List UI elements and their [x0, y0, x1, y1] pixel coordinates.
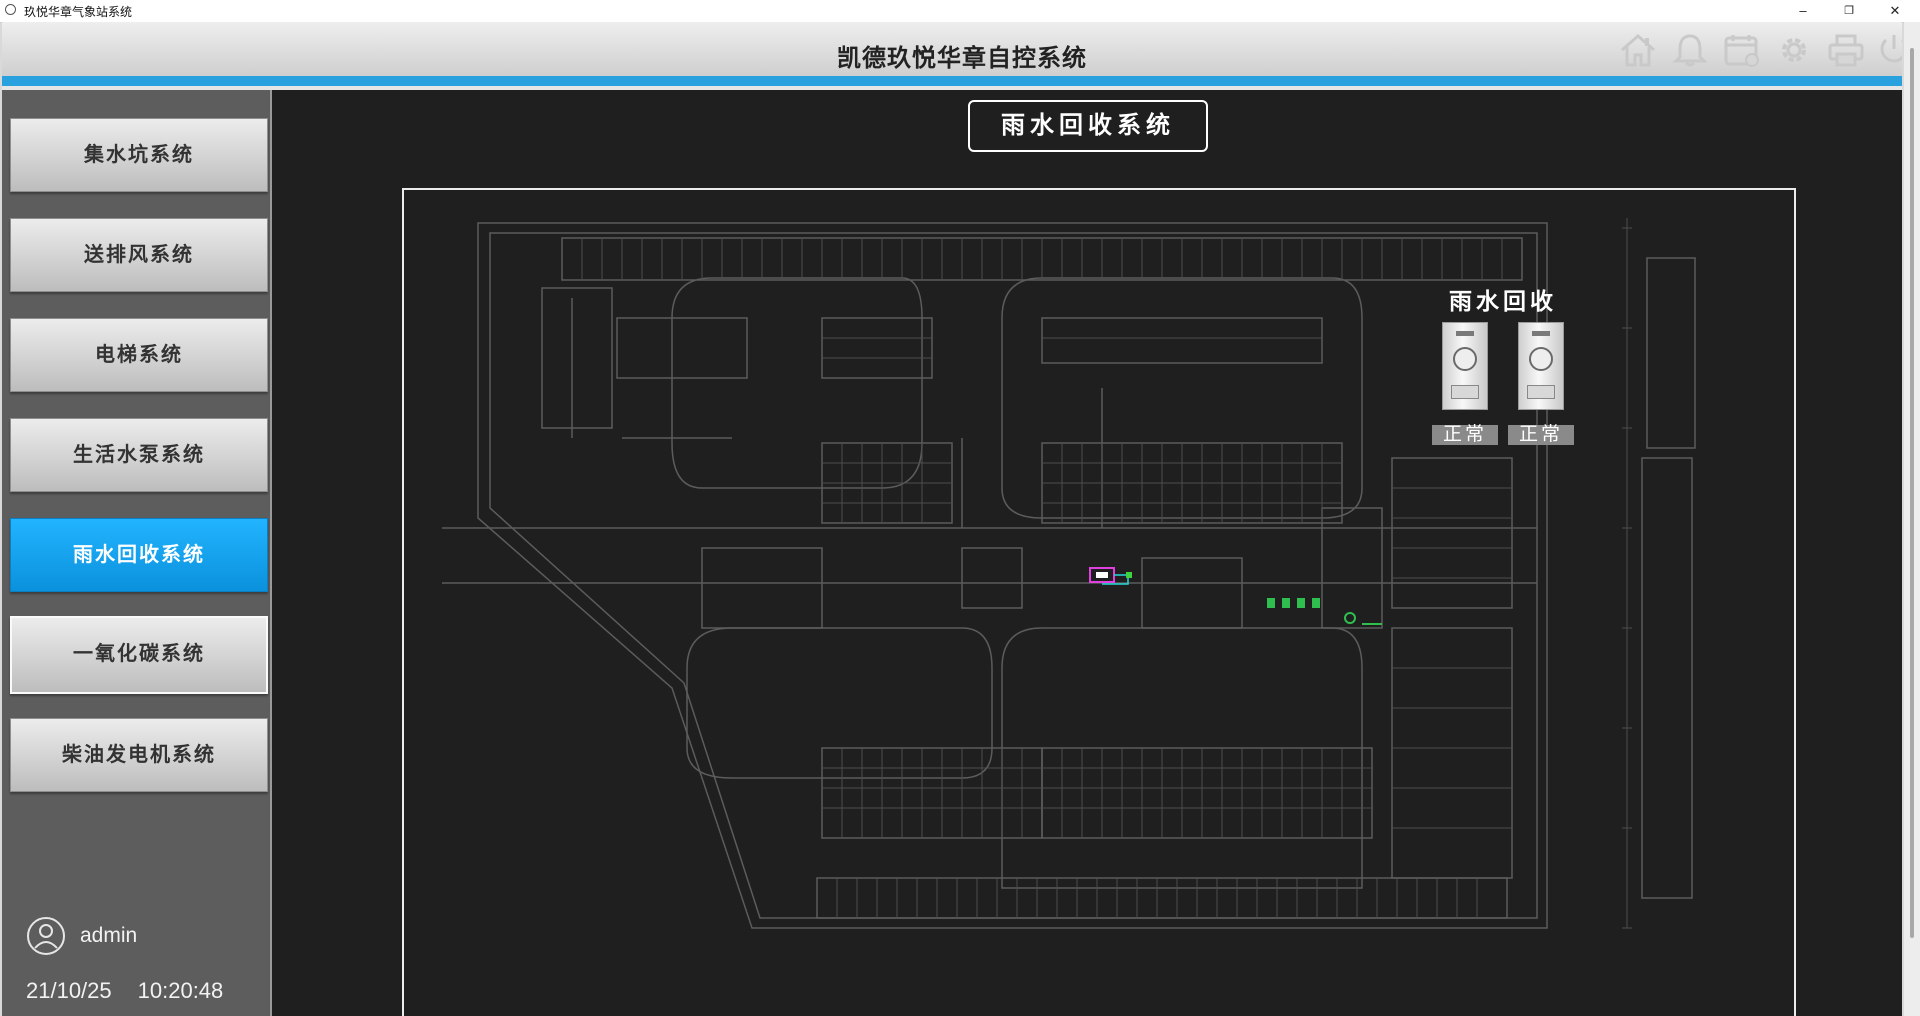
- current-date: 21/10/25: [26, 978, 112, 1003]
- calendar-icon[interactable]: [1716, 30, 1768, 70]
- nav-domestic-water-pump[interactable]: 生活水泵系统: [10, 418, 268, 492]
- nav-rainwater-recovery[interactable]: 雨水回收系统: [10, 518, 268, 592]
- section-title: 雨水回收系统: [968, 100, 1208, 152]
- nav-ventilation[interactable]: 送排风系统: [10, 218, 268, 292]
- unit-1-status: 正常: [1432, 425, 1498, 445]
- header-toolbar: [1612, 30, 1902, 70]
- nav-diesel-generator[interactable]: 柴油发电机系统: [10, 718, 268, 792]
- datetime-display: 21/10/25 10:20:48: [26, 978, 223, 1004]
- username: admin: [80, 924, 138, 947]
- unit-indicator: [1532, 331, 1550, 336]
- unit-dial-icon: [1453, 347, 1477, 371]
- user-info: admin: [26, 916, 137, 956]
- minimize-button[interactable]: –: [1780, 0, 1826, 22]
- nav-elevator[interactable]: 电梯系统: [10, 318, 268, 392]
- header-accent-bar: [2, 76, 1902, 86]
- unit-dial-icon: [1529, 347, 1553, 371]
- unit-indicator: [1456, 331, 1474, 336]
- nav-carbon-monoxide[interactable]: 一氧化碳系统: [10, 616, 268, 694]
- home-icon[interactable]: [1612, 30, 1664, 70]
- window-title: 玖悦华章气象站系统: [24, 5, 133, 19]
- unit-2-status: 正常: [1508, 425, 1574, 445]
- power-icon[interactable]: [1872, 30, 1902, 70]
- unit-panel: [1451, 385, 1479, 399]
- restore-button[interactable]: ❐: [1826, 0, 1872, 22]
- window-title-bar: 玖悦华章气象站系统 – ❐ ✕: [0, 0, 1920, 23]
- close-button[interactable]: ✕: [1872, 0, 1918, 22]
- app-header: 凯德玖悦华章自控系统: [2, 22, 1902, 77]
- nav-sump-pit[interactable]: 集水坑系统: [10, 118, 268, 192]
- scrollbar-thumb[interactable]: [1910, 48, 1914, 938]
- rainwater-recovery-label: 雨水回收: [1449, 289, 1557, 314]
- user-avatar-icon: [27, 917, 65, 955]
- sidebar: 集水坑系统 送排风系统 电梯系统 生活水泵系统 雨水回收系统 一氧化碳系统 柴油…: [2, 90, 270, 1016]
- rainwater-unit-1[interactable]: [1442, 322, 1488, 410]
- unit-panel: [1527, 385, 1555, 399]
- app-icon: [5, 4, 16, 15]
- printer-icon[interactable]: [1820, 30, 1872, 70]
- current-time: 10:20:48: [137, 978, 224, 1003]
- gear-icon[interactable]: [1768, 30, 1820, 70]
- bell-icon[interactable]: [1664, 30, 1716, 70]
- floor-plan: [442, 218, 1696, 929]
- rainwater-unit-2[interactable]: [1518, 322, 1564, 410]
- vertical-scrollbar[interactable]: [1904, 22, 1920, 1016]
